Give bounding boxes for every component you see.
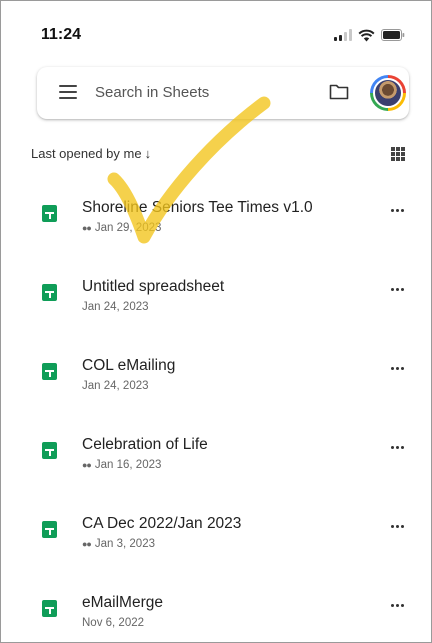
file-item[interactable]: Shoreline Seniors Tee Times v1.0 ●● Jan …: [1, 171, 431, 250]
file-item[interactable]: Celebration of Life ●● Jan 16, 2023: [1, 408, 431, 487]
more-options-icon[interactable]: [391, 446, 404, 449]
more-options-icon[interactable]: [391, 288, 404, 291]
search-bar[interactable]: Search in Sheets: [37, 67, 409, 119]
avatar-photo: [373, 78, 403, 108]
file-date: Jan 24, 2023: [82, 301, 149, 313]
file-list: Shoreline Seniors Tee Times v1.0 ●● Jan …: [1, 171, 431, 642]
sort-button[interactable]: Last opened by me ↓: [31, 146, 151, 161]
file-meta: ●● Jan 3, 2023: [82, 538, 155, 550]
more-options-icon[interactable]: [391, 209, 404, 212]
file-date: Jan 24, 2023: [82, 380, 149, 392]
more-options-icon[interactable]: [391, 604, 404, 607]
more-options-icon[interactable]: [391, 525, 404, 528]
file-meta: Jan 24, 2023: [82, 301, 149, 313]
sheets-icon: [42, 363, 57, 380]
file-name: Untitled spreadsheet: [82, 278, 225, 295]
signal-icon: [334, 29, 352, 41]
sheets-icon: [42, 600, 57, 617]
file-meta: ●● Jan 16, 2023: [82, 459, 161, 471]
file-meta: ●● Jan 29, 2023: [82, 222, 161, 234]
avatar[interactable]: [370, 75, 406, 111]
grid-view-icon[interactable]: [391, 147, 405, 161]
status-time: 11:24: [41, 26, 82, 43]
shared-people-icon: ●●: [82, 460, 92, 470]
sheets-icon: [42, 284, 57, 301]
shared-people-icon: ●●: [82, 539, 92, 549]
file-item[interactable]: COL eMailing Jan 24, 2023: [1, 329, 431, 408]
file-date: Jan 3, 2023: [94, 538, 155, 550]
file-meta: Jan 24, 2023: [82, 380, 149, 392]
file-name: Shoreline Seniors Tee Times v1.0: [82, 199, 313, 216]
shared-people-icon: ●●: [82, 223, 92, 233]
arrow-down-icon: ↓: [144, 146, 152, 161]
battery-icon: [381, 29, 405, 41]
file-name: Celebration of Life: [82, 436, 208, 453]
search-input[interactable]: Search in Sheets: [95, 84, 209, 101]
more-options-icon[interactable]: [391, 367, 404, 370]
file-name: CA Dec 2022/Jan 2023: [82, 515, 242, 532]
sheets-icon: [42, 205, 57, 222]
folder-icon[interactable]: [329, 83, 349, 100]
sheets-icon: [42, 521, 57, 538]
file-item[interactable]: eMailMerge Nov 6, 2022: [1, 566, 431, 642]
file-name: eMailMerge: [82, 594, 163, 611]
file-date: Jan 16, 2023: [94, 459, 162, 471]
sheets-icon: [42, 442, 57, 459]
status-bar: 11:24: [1, 1, 431, 63]
file-item[interactable]: CA Dec 2022/Jan 2023 ●● Jan 3, 2023: [1, 487, 431, 566]
sort-label: Last opened by me: [31, 146, 142, 161]
file-item[interactable]: Untitled spreadsheet Jan 24, 2023: [1, 250, 431, 329]
file-date: Nov 6, 2022: [82, 617, 145, 629]
menu-icon[interactable]: [59, 85, 77, 99]
file-meta: Nov 6, 2022: [82, 617, 144, 629]
status-icons: [334, 27, 405, 43]
file-date: Jan 29, 2023: [94, 222, 162, 234]
phone-screen: 11:24 Search in Sheets Last opened by me…: [0, 0, 432, 643]
wifi-icon: [358, 29, 375, 41]
file-name: COL eMailing: [82, 357, 176, 374]
